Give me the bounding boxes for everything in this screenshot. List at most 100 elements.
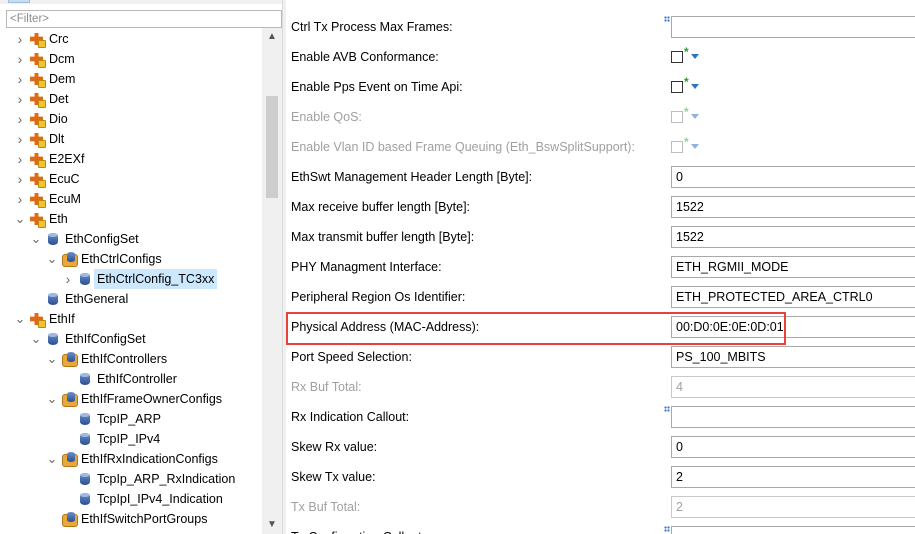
chevron-right-icon[interactable]: › — [14, 109, 26, 129]
scroll-thumb[interactable] — [266, 96, 278, 198]
tree-node[interactable]: › EcuM — [14, 189, 81, 209]
tree-node[interactable]: TcpIP_ARP — [62, 409, 161, 429]
property-label: Enable Pps Event on Time Api: — [291, 80, 463, 94]
property-label: Skew Rx value: — [291, 440, 378, 454]
chevron-down-icon[interactable]: ⌄ — [46, 349, 58, 369]
tree-node-label: EcuM — [49, 192, 81, 206]
dropdown-arrow-icon[interactable] — [691, 54, 699, 59]
tree-node[interactable]: EthGeneral — [30, 289, 128, 309]
property-label: Max transmit buffer length [Byte]: — [291, 230, 475, 244]
property-field[interactable]: 1522 — [671, 226, 915, 248]
tree-node[interactable]: ⌄ Eth — [14, 209, 68, 229]
property-field[interactable] — [671, 16, 915, 38]
chevron-right-icon[interactable]: › — [14, 129, 26, 149]
property-field[interactable]: 0 — [671, 436, 915, 458]
property-row: EthSwt Management Header Length [Byte]: 0 — [286, 162, 915, 192]
tree-node[interactable]: ⌄ EthIfConfigSet — [30, 329, 146, 349]
tree-node[interactable]: › Dlt — [14, 129, 64, 149]
tree-node[interactable]: › Crc — [14, 29, 68, 49]
chevron-down-icon[interactable]: ⌄ — [46, 389, 58, 409]
tree-node-label: E2EXf — [49, 152, 85, 166]
property-checkbox — [671, 111, 683, 123]
property-label: PHY Managment Interface: — [291, 260, 442, 274]
chevron-right-icon[interactable]: › — [14, 69, 26, 89]
mac-address-field[interactable]: 00:D0:0E:0E:0D:01 — [671, 316, 915, 338]
default-marker-icon: * — [684, 105, 689, 119]
chevron-down-icon[interactable]: ⌄ — [30, 229, 42, 249]
tree-node[interactable]: ⌄ EthIfControllers — [46, 349, 167, 369]
chevron-down-icon[interactable]: ⌄ — [46, 449, 58, 469]
tree-node[interactable]: ⌄ EthIf — [14, 309, 75, 329]
tree-node[interactable]: ⌄ EthConfigSet — [30, 229, 139, 249]
chevron-right-icon[interactable]: › — [14, 89, 26, 109]
module-icon — [29, 91, 46, 108]
container-icon — [45, 291, 61, 307]
property-field[interactable] — [671, 526, 915, 534]
property-label: Enable AVB Conformance: — [291, 50, 439, 64]
chevron-down-icon[interactable]: ⌄ — [14, 309, 26, 329]
filter-input[interactable]: <Filter> — [6, 10, 282, 28]
property-field[interactable]: ETH_RGMII_MODE — [671, 256, 915, 278]
tree-node[interactable]: TcpIp_ARP_RxIndication — [62, 469, 235, 489]
module-icon — [29, 31, 46, 48]
tree-node[interactable]: ⌄ EthIfFrameOwnerConfigs — [46, 389, 222, 409]
property-checkbox[interactable] — [671, 81, 683, 93]
tree-node-label: EthIfSwitchPortGroups — [81, 512, 208, 526]
reference-icon[interactable] — [664, 526, 670, 532]
chevron-right-icon[interactable]: › — [14, 149, 26, 169]
module-icon — [29, 51, 46, 68]
scroll-up-icon[interactable]: ▲ — [262, 28, 282, 46]
property-row: Enable QoS: * — [286, 102, 915, 132]
chevron-right-icon[interactable]: › — [14, 169, 26, 189]
tree-node[interactable]: EthIfController — [62, 369, 177, 389]
chevron-down-icon[interactable]: ⌄ — [30, 329, 42, 349]
property-field[interactable]: 2 — [671, 466, 915, 488]
tree-node[interactable]: › Dio — [14, 109, 68, 129]
property-field[interactable]: 0 — [671, 166, 915, 188]
tree-node[interactable]: › Det — [14, 89, 68, 109]
property-field[interactable] — [671, 406, 915, 428]
chevron-right-icon[interactable]: › — [14, 29, 26, 49]
tree-node[interactable]: › EthCtrlConfig_TC3xx — [62, 269, 218, 289]
tree-node-label: Dio — [49, 112, 68, 126]
container-icon — [77, 471, 93, 487]
property-row: Physical Address (MAC-Address): 00:D0:0E:… — [286, 312, 915, 342]
property-field[interactable]: 1522 — [671, 196, 915, 218]
property-row: Max receive buffer length [Byte]: 1522 — [286, 192, 915, 222]
dropdown-arrow-icon[interactable] — [691, 84, 699, 89]
tree-node-label: EthCtrlConfigs — [81, 252, 162, 266]
property-row: Skew Rx value: 0 — [286, 432, 915, 462]
chevron-right-icon[interactable]: › — [14, 189, 26, 209]
property-row: Max transmit buffer length [Byte]: 1522 — [286, 222, 915, 252]
tree-node[interactable]: ⌄ EthIfRxIndicationConfigs — [46, 449, 218, 469]
property-checkbox[interactable] — [671, 51, 683, 63]
chevron-down-icon[interactable]: ⌄ — [14, 209, 26, 229]
tree-scrollbar[interactable]: ▲ ▼ — [262, 28, 282, 534]
tree-node[interactable]: › EcuC — [14, 169, 80, 189]
tree-node[interactable]: › Dem — [14, 69, 75, 89]
tree-node[interactable]: TcpIpI_IPv4_Indication — [62, 489, 223, 509]
chevron-right-icon[interactable]: › — [62, 269, 74, 289]
default-marker-icon: * — [684, 135, 689, 149]
reference-icon[interactable] — [664, 406, 670, 412]
module-icon — [29, 111, 46, 128]
property-row: Peripheral Region Os Identifier: ETH_PROT… — [286, 282, 915, 312]
tree-node-label: EthIfController — [97, 372, 177, 386]
tree-node[interactable]: › Dcm — [14, 49, 75, 69]
chevron-right-icon[interactable]: › — [14, 49, 26, 69]
tree-node[interactable]: ⌄ EthCtrlConfigs — [46, 249, 162, 269]
chevron-down-icon[interactable]: ⌄ — [46, 249, 58, 269]
container-icon — [77, 411, 93, 427]
module-icon — [29, 171, 46, 188]
scroll-down-icon[interactable]: ▼ — [262, 516, 282, 534]
reference-icon[interactable] — [664, 16, 670, 22]
tree-node[interactable]: › E2EXf — [14, 149, 84, 169]
property-field[interactable]: PS_100_MBITS — [671, 346, 915, 368]
tree-node[interactable]: TcpIP_IPv4 — [62, 429, 160, 449]
property-field[interactable]: ETH_PROTECTED_AREA_CTRL0 — [671, 286, 915, 308]
tree-node[interactable]: EthIfSwitchPortGroups — [46, 509, 207, 529]
